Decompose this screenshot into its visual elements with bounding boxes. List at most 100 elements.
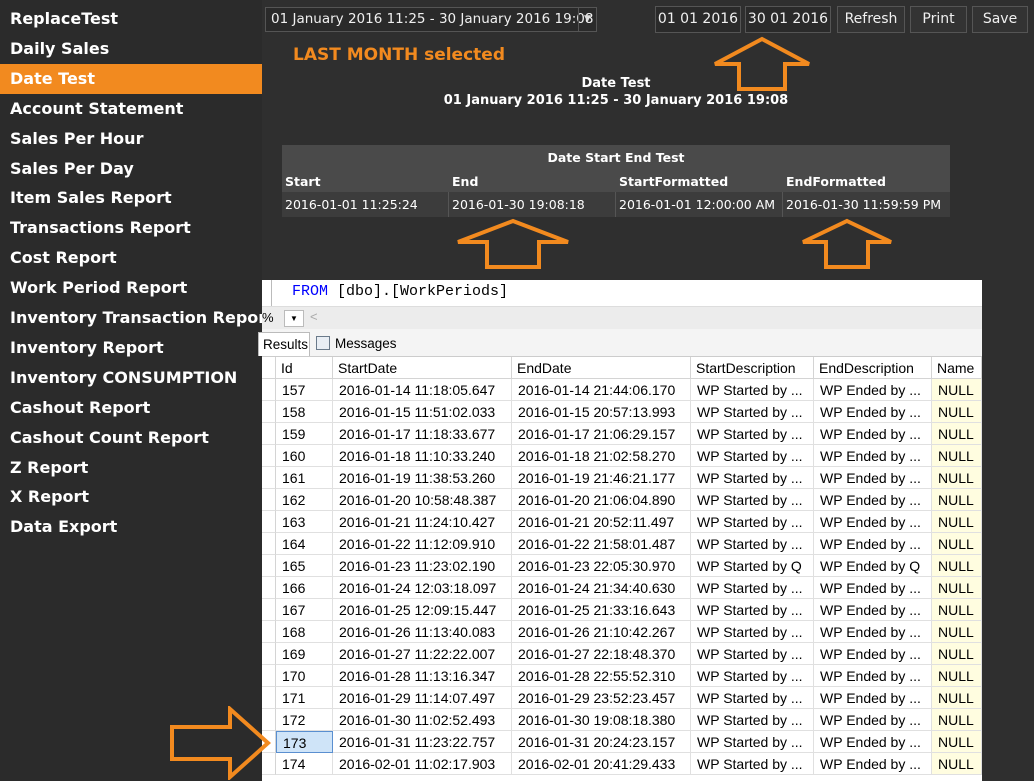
table-cell[interactable]: WP Started by ... (691, 445, 814, 467)
table-cell[interactable]: NULL (932, 555, 982, 577)
table-cell[interactable]: WP Ended by ... (814, 445, 932, 467)
table-cell[interactable]: 2016-01-18 21:02:58.270 (512, 445, 691, 467)
table-cell[interactable]: 166 (276, 577, 333, 599)
table-cell[interactable]: NULL (932, 665, 982, 687)
table-cell[interactable]: WP Started by ... (691, 731, 814, 753)
table-cell[interactable]: 159 (276, 423, 333, 445)
sidebar-item[interactable]: Date Test (0, 63, 262, 94)
table-cell[interactable]: NULL (932, 687, 982, 709)
table-cell[interactable]: NULL (932, 599, 982, 621)
table-cell[interactable]: WP Started by ... (691, 511, 814, 533)
row-header[interactable] (262, 599, 276, 621)
table-cell[interactable]: 2016-01-25 12:09:15.447 (333, 599, 512, 621)
sql-query-line[interactable]: FROM [dbo].[WorkPeriods] (292, 283, 508, 300)
row-header[interactable] (262, 445, 276, 467)
table-cell[interactable]: NULL (932, 643, 982, 665)
date-range-select[interactable]: 01 January 2016 11:25 - 30 January 2016 … (265, 7, 597, 32)
sidebar-item[interactable]: Transactions Report (0, 213, 262, 243)
table-row[interactable]: 157 2016-01-14 11:18:05.647 2016-01-14 21:… (262, 379, 982, 401)
table-cell[interactable]: WP Started by ... (691, 467, 814, 489)
table-cell[interactable]: 2016-02-01 20:41:29.433 (512, 753, 691, 775)
table-cell[interactable]: WP Ended by Q (814, 555, 932, 577)
table-cell[interactable]: 2016-01-30 19:08:18.380 (512, 709, 691, 731)
table-cell[interactable]: NULL (932, 467, 982, 489)
table-cell[interactable]: WP Ended by ... (814, 709, 932, 731)
table-cell[interactable]: 2016-01-15 20:57:13.993 (512, 401, 691, 423)
table-cell[interactable]: 2016-01-23 11:23:02.190 (333, 555, 512, 577)
table-cell[interactable]: WP Ended by ... (814, 423, 932, 445)
table-cell[interactable]: WP Ended by ... (814, 577, 932, 599)
column-header[interactable]: Name (932, 357, 982, 379)
table-row[interactable]: 159 2016-01-17 11:18:33.677 2016-01-17 21:… (262, 423, 982, 445)
table-cell[interactable]: WP Started by ... (691, 533, 814, 555)
table-cell[interactable]: 160 (276, 445, 333, 467)
table-cell[interactable]: WP Ended by ... (814, 599, 932, 621)
sidebar-item[interactable]: Item Sales Report (0, 183, 262, 213)
table-cell[interactable]: 2016-01-29 11:14:07.497 (333, 687, 512, 709)
table-cell[interactable]: 2016-01-19 11:38:53.260 (333, 467, 512, 489)
row-header[interactable] (262, 511, 276, 533)
row-header[interactable] (262, 467, 276, 489)
table-cell[interactable]: 2016-01-31 20:24:23.157 (512, 731, 691, 753)
column-header[interactable]: Id (276, 357, 333, 379)
table-cell[interactable]: WP Started by ... (691, 577, 814, 599)
table-cell[interactable]: NULL (932, 401, 982, 423)
table-cell[interactable]: 169 (276, 643, 333, 665)
table-cell[interactable]: WP Ended by ... (814, 401, 932, 423)
table-row[interactable]: 173 2016-01-31 11:23:22.757 2016-01-31 20:… (262, 731, 982, 753)
table-row[interactable]: 162 2016-01-20 10:58:48.387 2016-01-20 21:… (262, 489, 982, 511)
table-cell[interactable]: 2016-01-19 21:46:21.177 (512, 467, 691, 489)
table-cell[interactable]: 172 (276, 709, 333, 731)
refresh-button[interactable]: Refresh (837, 6, 905, 33)
sidebar-item[interactable]: Cashout Count Report (0, 423, 262, 453)
table-cell[interactable]: 2016-01-29 23:52:23.457 (512, 687, 691, 709)
sidebar-item[interactable]: Inventory Report (0, 333, 262, 363)
sidebar-item[interactable]: Inventory Transaction Report (0, 303, 262, 333)
table-cell[interactable]: 165 (276, 555, 333, 577)
table-cell[interactable]: 2016-01-14 11:18:05.647 (333, 379, 512, 401)
column-header[interactable]: EndDescription (814, 357, 932, 379)
table-cell[interactable]: 2016-01-20 21:06:04.890 (512, 489, 691, 511)
table-cell[interactable]: 2016-01-24 21:34:40.630 (512, 577, 691, 599)
table-cell[interactable]: WP Ended by ... (814, 511, 932, 533)
table-cell[interactable]: 164 (276, 533, 333, 555)
table-cell[interactable]: WP Started by Q (691, 555, 814, 577)
table-cell[interactable]: 2016-01-22 21:58:01.487 (512, 533, 691, 555)
table-cell[interactable]: WP Started by ... (691, 423, 814, 445)
table-cell[interactable]: 2016-01-14 21:44:06.170 (512, 379, 691, 401)
table-cell[interactable]: 2016-01-15 11:51:02.033 (333, 401, 512, 423)
table-cell[interactable]: 167 (276, 599, 333, 621)
table-cell[interactable]: WP Started by ... (691, 753, 814, 775)
table-cell[interactable]: WP Started by ... (691, 665, 814, 687)
table-cell[interactable]: 2016-01-25 21:33:16.643 (512, 599, 691, 621)
table-cell[interactable]: 161 (276, 467, 333, 489)
table-cell[interactable]: WP Started by ... (691, 687, 814, 709)
table-row[interactable]: 165 2016-01-23 11:23:02.190 2016-01-23 22:… (262, 555, 982, 577)
table-cell[interactable]: WP Started by ... (691, 599, 814, 621)
table-row[interactable]: 160 2016-01-18 11:10:33.240 2016-01-18 21:… (262, 445, 982, 467)
row-header[interactable] (262, 533, 276, 555)
table-cell[interactable]: WP Ended by ... (814, 687, 932, 709)
scroll-left-icon[interactable]: < (310, 309, 318, 324)
table-row[interactable]: 166 2016-01-24 12:03:18.097 2016-01-24 21:… (262, 577, 982, 599)
table-cell[interactable]: NULL (932, 577, 982, 599)
table-row[interactable]: 167 2016-01-25 12:09:15.447 2016-01-25 21:… (262, 599, 982, 621)
table-cell[interactable]: 2016-01-17 11:18:33.677 (333, 423, 512, 445)
table-cell[interactable]: 2016-01-31 11:23:22.757 (333, 731, 512, 753)
table-row[interactable]: 168 2016-01-26 11:13:40.083 2016-01-26 21:… (262, 621, 982, 643)
row-header[interactable] (262, 401, 276, 423)
sidebar-item[interactable]: X Report (0, 482, 262, 512)
table-row[interactable]: 172 2016-01-30 11:02:52.493 2016-01-30 19:… (262, 709, 982, 731)
table-cell[interactable]: 2016-01-23 22:05:30.970 (512, 555, 691, 577)
table-cell[interactable]: NULL (932, 423, 982, 445)
table-row[interactable]: 174 2016-02-01 11:02:17.903 2016-02-01 20:… (262, 753, 982, 775)
row-header[interactable] (262, 665, 276, 687)
table-cell[interactable]: WP Started by ... (691, 709, 814, 731)
table-cell[interactable]: 2016-01-26 11:13:40.083 (333, 621, 512, 643)
sidebar-item[interactable]: Cashout Report (0, 393, 262, 423)
sidebar-item[interactable]: Cost Report (0, 243, 262, 273)
table-cell[interactable]: WP Ended by ... (814, 731, 932, 753)
table-cell[interactable]: 158 (276, 401, 333, 423)
table-cell[interactable]: 2016-01-20 10:58:48.387 (333, 489, 512, 511)
column-header[interactable]: StartDate (333, 357, 512, 379)
